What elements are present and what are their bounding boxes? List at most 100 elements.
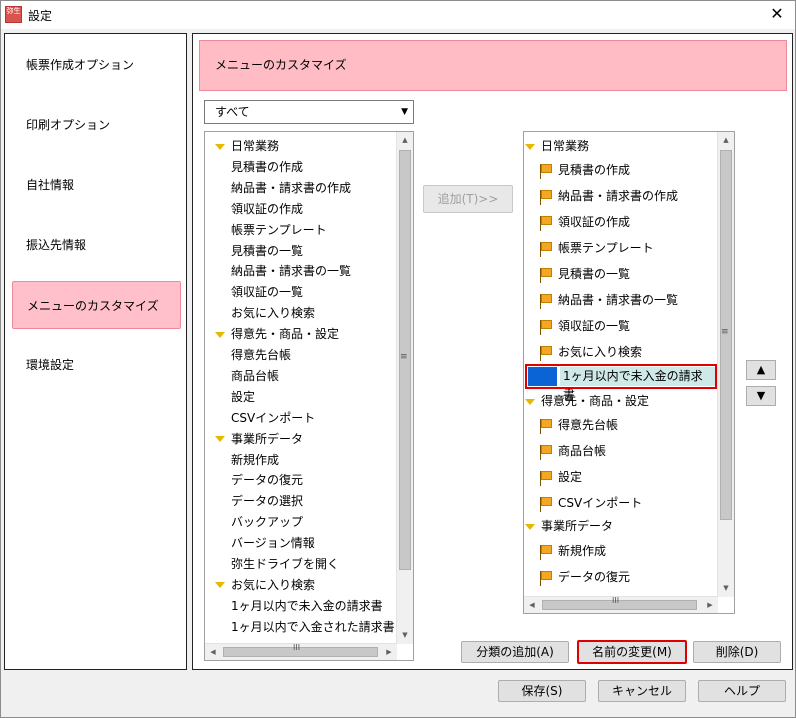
menu-group[interactable]: 得意先・商品・設定 <box>525 390 649 412</box>
scroll-down-icon[interactable]: ▼ <box>397 627 413 644</box>
menu-item-label: 得意先・商品・設定 <box>541 394 650 408</box>
scroll-grip-h-icon: III <box>612 596 620 605</box>
rename-edit-row[interactable]: 1ヶ月以内で未入金の請求書 <box>525 364 717 402</box>
scroll-right-icon[interactable]: ▶ <box>702 597 718 613</box>
tree-item-label: 得意先台帳 <box>231 348 292 362</box>
vertical-scrollbar[interactable]: ▲ ≡ ▼ <box>396 132 413 644</box>
available-items-tree[interactable]: 日常業務 見積書の作成納品書・請求書の作成領収証の作成 帳票テンプレート 見積書の一覧… <box>204 131 414 661</box>
tree-item[interactable]: 領収証の一覧 <box>231 282 303 303</box>
tree-group[interactable]: お気に入り検索 <box>215 575 315 596</box>
tree-item[interactable]: 見積書の作成 <box>231 157 303 178</box>
expand-triangle-icon[interactable] <box>215 331 225 338</box>
expand-triangle-icon[interactable] <box>525 398 535 405</box>
scroll-left-icon[interactable]: ◀ <box>205 644 221 660</box>
sidebar-item-bank-info[interactable]: 振込先情報 <box>12 221 181 269</box>
expand-triangle-icon[interactable] <box>215 582 225 589</box>
tree-item[interactable]: データの復元 <box>231 470 303 491</box>
sidebar-item-print-options[interactable]: 印刷オプション <box>12 101 181 149</box>
menu-item-label: 事業所データ <box>541 519 614 533</box>
rename-button[interactable]: 名前の変更(M) <box>577 640 687 664</box>
horizontal-scrollbar[interactable]: ◀ III ▶ <box>205 643 397 660</box>
cancel-button[interactable]: キャンセル <box>598 680 686 702</box>
menu-item[interactable]: 帳票テンプレート <box>539 235 654 261</box>
tree-item[interactable]: 1ヶ月以内で未入金の請求書 <box>231 596 383 617</box>
menu-item[interactable]: データの復元 <box>539 564 630 590</box>
tree-item[interactable]: 設定 <box>231 387 255 408</box>
scroll-right-icon[interactable]: ▶ <box>381 644 397 660</box>
tree-item[interactable]: 見積書の一覧 <box>231 241 303 262</box>
sidebar-item-menu-customize[interactable]: メニューのカスタマイズ <box>12 281 181 329</box>
menu-item-label: 帳票テンプレート <box>558 241 654 255</box>
flag-icon <box>539 241 553 257</box>
menu-item[interactable]: 納品書・請求書の作成 <box>539 183 678 209</box>
expand-triangle-icon[interactable] <box>525 143 535 150</box>
tree-item[interactable]: 領収証の作成 <box>231 199 303 220</box>
scroll-down-icon[interactable]: ▼ <box>718 580 734 597</box>
tree-item[interactable]: 納品書・請求書の一覧 <box>231 261 351 282</box>
scroll-thumb-h[interactable] <box>542 600 697 610</box>
menu-item[interactable]: CSVインポート <box>539 490 642 516</box>
add-to-menu-button[interactable]: 追加(T)>> <box>423 185 513 213</box>
tree-item[interactable]: 納品書・請求書の作成 <box>231 178 351 199</box>
sidebar-item-environment[interactable]: 環境設定 <box>12 341 181 389</box>
menu-item-label: 領収証の作成 <box>558 215 631 229</box>
tree-item[interactable]: お気に入り検索 <box>231 303 315 324</box>
tree-item[interactable]: CSVインポート <box>231 408 315 429</box>
rename-input[interactable]: 1ヶ月以内で未入金の請求書 <box>560 367 715 402</box>
menu-item[interactable]: 領収証の一覧 <box>539 313 630 339</box>
tree-item-label: データの復元 <box>231 473 304 488</box>
menu-group[interactable]: 日常業務 <box>525 135 589 157</box>
delete-button[interactable]: 削除(D) <box>693 641 781 663</box>
category-filter-value: すべて <box>215 105 250 119</box>
tree-item[interactable]: 得意先台帳 <box>231 345 291 366</box>
menu-group[interactable]: 事業所データ <box>525 515 613 537</box>
move-up-button[interactable]: ▲ <box>746 360 776 380</box>
flag-icon <box>539 470 553 486</box>
flag-icon <box>539 418 553 434</box>
help-button[interactable]: ヘルプ <box>698 680 786 702</box>
menu-item[interactable]: 納品書・請求書の一覧 <box>539 287 678 313</box>
window-title: 設定 <box>28 9 53 23</box>
menu-item[interactable]: 新規作成 <box>539 538 606 564</box>
scroll-left-icon[interactable]: ◀ <box>524 597 540 613</box>
tree-item[interactable]: 弥生ドライブを開く <box>231 554 339 575</box>
menu-item[interactable]: 見積書の一覧 <box>539 261 630 287</box>
scroll-up-icon[interactable]: ▲ <box>718 132 734 149</box>
expand-triangle-icon[interactable] <box>215 143 225 150</box>
close-button[interactable]: ✕ <box>765 4 789 24</box>
tree-item[interactable]: データの選択 <box>231 491 303 512</box>
sidebar-item-company-info[interactable]: 自社情報 <box>12 161 181 209</box>
menu-item[interactable]: 設定 <box>539 464 582 490</box>
tree-item[interactable]: 商品台帳 <box>231 366 279 387</box>
add-category-button[interactable]: 分類の追加(A) <box>461 641 569 663</box>
category-filter-select[interactable]: すべて ▼ <box>204 100 414 124</box>
tree-item[interactable]: バックアップ <box>231 512 303 533</box>
move-down-button[interactable]: ▼ <box>746 386 776 406</box>
scroll-thumb-h[interactable] <box>223 647 378 657</box>
menu-item[interactable]: お気に入り検索 <box>539 339 642 365</box>
vertical-scrollbar-right[interactable]: ▲ ≡ ▼ <box>717 132 734 597</box>
tree-group[interactable]: 得意先・商品・設定 <box>215 324 339 345</box>
tree-item[interactable]: 新規作成 <box>231 450 279 471</box>
tree-item[interactable]: バージョン情報 <box>231 533 315 554</box>
tree-item[interactable]: 帳票テンプレート <box>231 220 327 241</box>
scroll-grip-h-icon: III <box>293 643 301 652</box>
settings-sidebar: 帳票作成オプション 印刷オプション 自社情報 振込先情報 メニューのカスタマイズ… <box>4 33 187 670</box>
menu-item[interactable]: 得意先台帳 <box>539 412 618 438</box>
tree-group[interactable]: 事業所データ <box>215 429 303 450</box>
menu-item[interactable]: 見積書の作成 <box>539 157 630 183</box>
save-button[interactable]: 保存(S) <box>498 680 586 702</box>
tree-item[interactable]: 1ヶ月以内で入金された請求書 <box>231 617 395 638</box>
tree-item-label: 納品書・請求書の作成 <box>231 180 352 195</box>
tree-item-label: お気に入り検索 <box>231 577 316 592</box>
horizontal-scrollbar-right[interactable]: ◀ III ▶ <box>524 596 718 613</box>
scroll-up-icon[interactable]: ▲ <box>397 132 413 149</box>
menu-items-tree[interactable]: 日常業務 見積書の作成 納品書・請求書の作成領収証の作成帳票テンプレート見積書の一覧… <box>523 131 735 614</box>
tree-item-label: 商品台帳 <box>231 368 280 383</box>
expand-triangle-icon[interactable] <box>215 436 225 443</box>
sidebar-item-form-options[interactable]: 帳票作成オプション <box>12 41 181 89</box>
menu-item[interactable]: 領収証の作成 <box>539 209 630 235</box>
expand-triangle-icon[interactable] <box>525 523 535 530</box>
menu-item[interactable]: 商品台帳 <box>539 438 606 464</box>
tree-group[interactable]: 日常業務 <box>215 136 279 157</box>
